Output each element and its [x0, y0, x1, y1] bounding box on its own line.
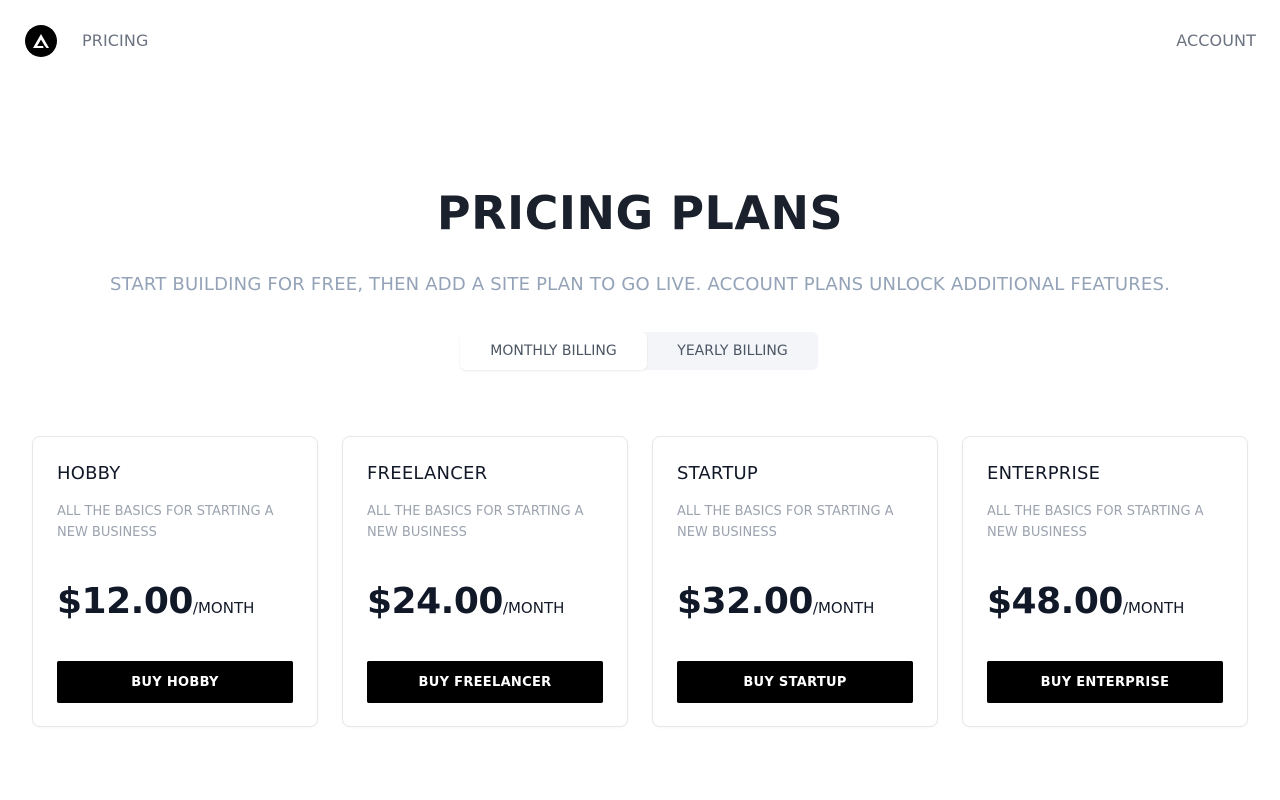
top-navbar: PRICING ACCOUNT [0, 0, 1280, 82]
plan-description: ALL THE BASICS FOR STARTING A NEW BUSINE… [677, 504, 894, 540]
yearly-billing-tab[interactable]: YEARLY BILLING [647, 332, 818, 370]
price-period: /MONTH [1122, 599, 1185, 617]
plan-description: ALL THE BASICS FOR STARTING A NEW BUSINE… [987, 504, 1204, 540]
plan-card-enterprise: ENTERPRISE ALL THE BASICS FOR STARTING A… [962, 436, 1248, 727]
plan-title: ENTERPRISE [987, 463, 1101, 484]
price-amount: $12.00 [57, 581, 193, 622]
page-title: PRICING PLANS [436, 186, 844, 240]
triangle-logo-icon [33, 34, 49, 48]
plan-price: $24.00/MONTH [367, 581, 564, 622]
price-amount: $48.00 [987, 581, 1123, 622]
plan-title: STARTUP [677, 463, 758, 484]
buy-freelancer-button[interactable]: BUY FREELANCER [367, 661, 603, 703]
buy-enterprise-button[interactable]: BUY ENTERPRISE [987, 661, 1223, 703]
plan-card-startup: STARTUP ALL THE BASICS FOR STARTING A NE… [652, 436, 938, 727]
plan-description: ALL THE BASICS FOR STARTING A NEW BUSINE… [367, 504, 584, 540]
price-amount: $32.00 [677, 581, 813, 622]
buy-hobby-button[interactable]: BUY HOBBY [57, 661, 293, 703]
monthly-billing-tab[interactable]: MONTHLY BILLING [460, 332, 647, 370]
price-period: /MONTH [192, 599, 255, 617]
plan-card-hobby: HOBBY ALL THE BASICS FOR STARTING A NEW … [32, 436, 318, 727]
price-amount: $24.00 [367, 581, 503, 622]
buy-startup-button[interactable]: BUY STARTUP [677, 661, 913, 703]
price-period: /MONTH [812, 599, 875, 617]
nav-account-link[interactable]: ACCOUNT [1176, 31, 1256, 50]
billing-toggle: MONTHLY BILLING YEARLY BILLING [460, 332, 818, 370]
plan-description: ALL THE BASICS FOR STARTING A NEW BUSINE… [57, 504, 274, 540]
plan-price: $12.00/MONTH [57, 581, 254, 622]
plan-title: HOBBY [57, 463, 121, 484]
plan-card-freelancer: FREELANCER ALL THE BASICS FOR STARTING A… [342, 436, 628, 727]
price-period: /MONTH [502, 599, 565, 617]
nav-pricing-link[interactable]: PRICING [82, 31, 148, 50]
page-subtitle: START BUILDING FOR FREE, THEN ADD A SITE… [109, 274, 1171, 295]
plan-title: FREELANCER [367, 463, 488, 484]
logo-icon[interactable] [25, 25, 57, 57]
plan-price: $32.00/MONTH [677, 581, 874, 622]
plan-price: $48.00/MONTH [987, 581, 1184, 622]
